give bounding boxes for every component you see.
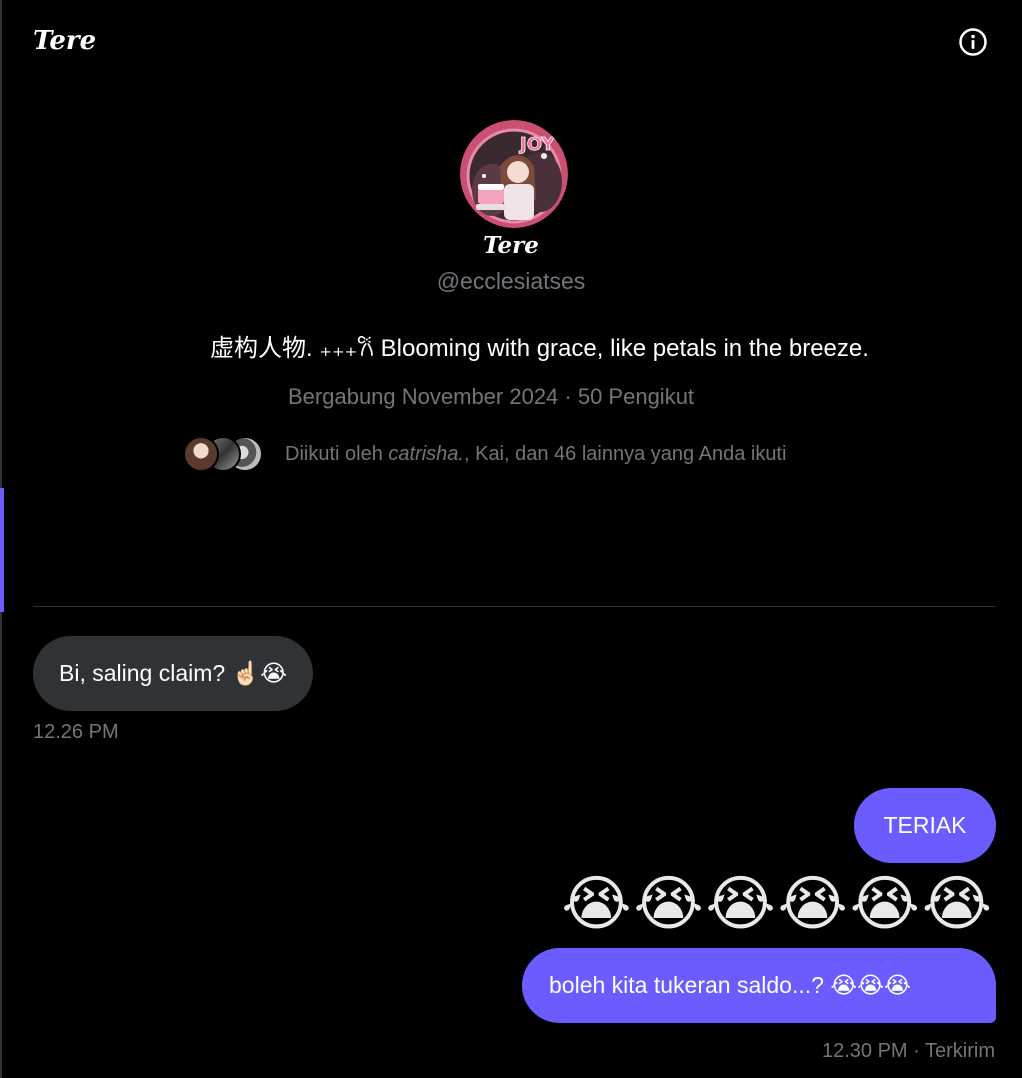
followed-by-row[interactable]: Diikuti oleh catrisha., Kai, dan 46 lain… <box>183 434 786 474</box>
followed-suffix: , Kai, dan 46 lainnya yang Anda ikuti <box>463 442 787 465</box>
received-message-text: Bi, saling claim? ☝🏻😭 <box>59 660 288 686</box>
sent-message-bubble[interactable]: TERIAK <box>854 788 996 863</box>
profile-meta: Bergabung November 2024 · 50 Pengikut <box>288 384 695 409</box>
avatar-logo-text: JOY <box>518 134 555 155</box>
sent-message-bubble[interactable]: boleh kita tukeran saldo...? 😭😭😭 <box>522 948 996 1023</box>
avatar-image: JOY <box>460 120 568 228</box>
info-button[interactable] <box>957 26 989 58</box>
followed-name[interactable]: catrisha. <box>388 443 464 465</box>
sent-emoji-message[interactable]: 😭😭😭😭😭😭 <box>561 868 994 940</box>
sent-message-text: TERIAK <box>883 812 967 838</box>
follower-avatars <box>183 434 265 474</box>
profile-handle[interactable]: @ecclesiatses <box>0 268 1022 295</box>
received-message-time: 12.26 PM <box>33 721 119 743</box>
followed-by-text: Diikuti oleh catrisha., Kai, dan 46 lain… <box>285 443 786 466</box>
sent-status: 12.30 PM · Terkirim <box>821 1040 995 1062</box>
follower-avatar <box>183 436 219 472</box>
profile-name[interactable]: Tere <box>0 232 1022 259</box>
dm-conversation: Tere JOY Tere @ecclesiatses 虚构人物. ₊₊₊𐙚 B… <box>0 0 1022 1078</box>
received-message-bubble[interactable]: Bi, saling claim? ☝🏻😭 <box>33 636 314 711</box>
active-indicator <box>0 488 4 612</box>
profile-avatar[interactable]: JOY <box>460 120 568 228</box>
divider <box>33 606 996 607</box>
followed-prefix: Diikuti oleh <box>285 442 389 465</box>
conversation-title: Tere <box>33 26 97 56</box>
sent-message-text: boleh kita tukeran saldo...? 😭😭😭 <box>549 972 911 998</box>
info-icon <box>959 28 987 56</box>
profile-bio: 虚构人物. ₊₊₊𐙚 Blooming with grace, like pet… <box>210 335 869 362</box>
